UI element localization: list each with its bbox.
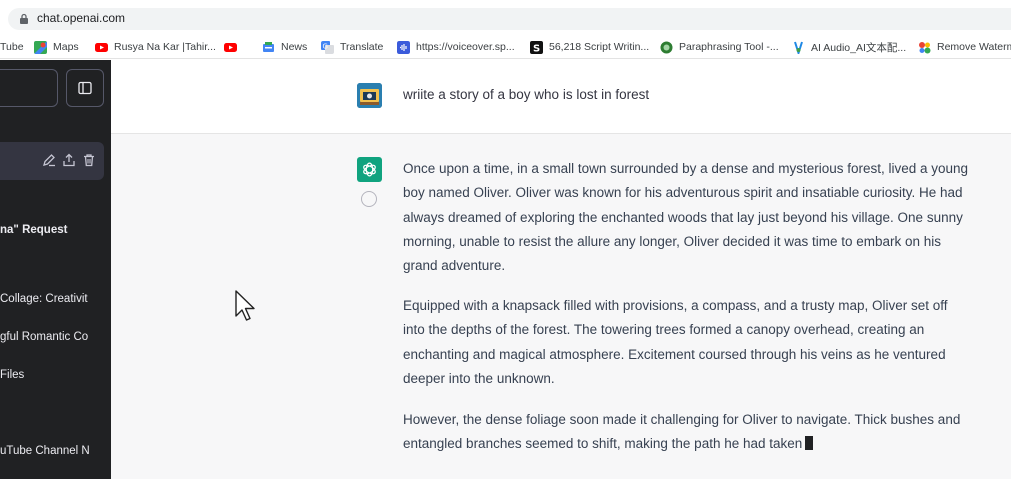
bookmark-label: Translate	[340, 41, 384, 53]
typing-cursor	[805, 436, 814, 451]
mouse-pointer-icon	[235, 290, 255, 321]
new-chat-button[interactable]	[0, 69, 58, 107]
assistant-paragraph-1: Once upon a time, in a small town surrou…	[403, 161, 969, 274]
openai-logo-icon	[363, 162, 376, 177]
news-icon	[263, 41, 274, 52]
bookmark-tube[interactable]: Tube	[0, 40, 24, 54]
bookmark-label: 56,218 Script Writin...	[549, 41, 650, 53]
sidebar-item-romantic[interactable]: gful Romantic Co	[0, 331, 88, 343]
bookmark-label: Remove Waterm	[937, 41, 1011, 53]
youtube-icon	[95, 42, 108, 52]
sidebar-item-request[interactable]: na" Request	[0, 224, 67, 236]
sidebar-item-files[interactable]: Files	[0, 369, 24, 381]
bookmark-label: Paraphrasing Tool -...	[679, 41, 779, 53]
bookmark-translate[interactable]: G Translate	[321, 40, 383, 54]
trash-icon[interactable]	[82, 153, 96, 167]
bookmark-maps[interactable]: Maps	[34, 40, 79, 54]
bookmark-ai-audio[interactable]: AI Audio_AI文本配...	[792, 40, 906, 54]
sidebar-item-youtube-channel[interactable]: uTube Channel N	[0, 445, 90, 457]
url-text[interactable]: chat.openai.com	[37, 11, 125, 25]
bookmark-label: Maps	[53, 41, 79, 53]
bookmark-label: https://voiceover.sp...	[416, 41, 515, 53]
edit-icon[interactable]	[42, 153, 56, 167]
feedback-icon[interactable]	[361, 191, 377, 207]
bookmark-youtube[interactable]	[224, 40, 243, 54]
sidebar-toggle-icon	[78, 81, 92, 95]
assistant-paragraph-2: Equipped with a knapsack filled with pro…	[403, 298, 948, 386]
ai-audio-icon	[794, 41, 803, 54]
bookmark-news[interactable]: News	[262, 40, 307, 54]
bookmark-rusya[interactable]: Rusya Na Kar |Tahir...	[95, 40, 216, 54]
voiceover-icon	[397, 40, 410, 54]
sidebar: na" Request Collage: Creativit gful Roma…	[0, 60, 111, 479]
user-avatar-image	[357, 83, 382, 108]
bookmarks-bar: Tube Maps Rusya Na Kar |Tahir... News G …	[0, 35, 1011, 59]
assistant-paragraph-3-text: However, the dense foliage soon made it …	[403, 412, 961, 452]
bookmark-remove-watermark[interactable]: Remove Waterm	[918, 40, 1011, 54]
user-message-text: wriite a story of a boy who is lost in f…	[403, 87, 650, 102]
bookmark-paraphrasing[interactable]: Paraphrasing Tool -...	[660, 40, 779, 54]
paraphrase-icon	[660, 41, 673, 53]
bookmark-label: News	[281, 41, 308, 53]
lock-icon	[20, 13, 28, 24]
assistant-paragraph-3: However, the dense foliage soon made it …	[403, 408, 973, 457]
bookmark-script[interactable]: S 56,218 Script Writin...	[530, 40, 649, 54]
bookmark-label: Tube	[0, 41, 24, 53]
assistant-avatar	[357, 157, 382, 182]
maps-icon	[34, 40, 47, 54]
bookmark-label: AI Audio_AI文本配...	[811, 41, 907, 54]
browser-address-bar: chat.openai.com	[0, 0, 1011, 35]
user-avatar	[357, 83, 382, 108]
share-icon[interactable]	[62, 153, 76, 167]
bookmark-label: Rusya Na Kar |Tahir...	[114, 41, 216, 53]
svg-text:S: S	[533, 43, 540, 54]
youtube-icon	[224, 42, 237, 52]
active-chat-actions	[42, 153, 96, 167]
sidebar-toggle-button[interactable]	[66, 69, 104, 107]
url-field[interactable]	[8, 8, 1011, 30]
script-icon: S	[530, 40, 543, 54]
sidebar-item-collage[interactable]: Collage: Creativit	[0, 293, 88, 305]
remove-watermark-icon	[919, 41, 931, 53]
svg-text:G: G	[323, 42, 328, 50]
translate-icon: G	[321, 40, 334, 54]
bookmark-voiceover[interactable]: https://voiceover.sp...	[397, 40, 515, 54]
